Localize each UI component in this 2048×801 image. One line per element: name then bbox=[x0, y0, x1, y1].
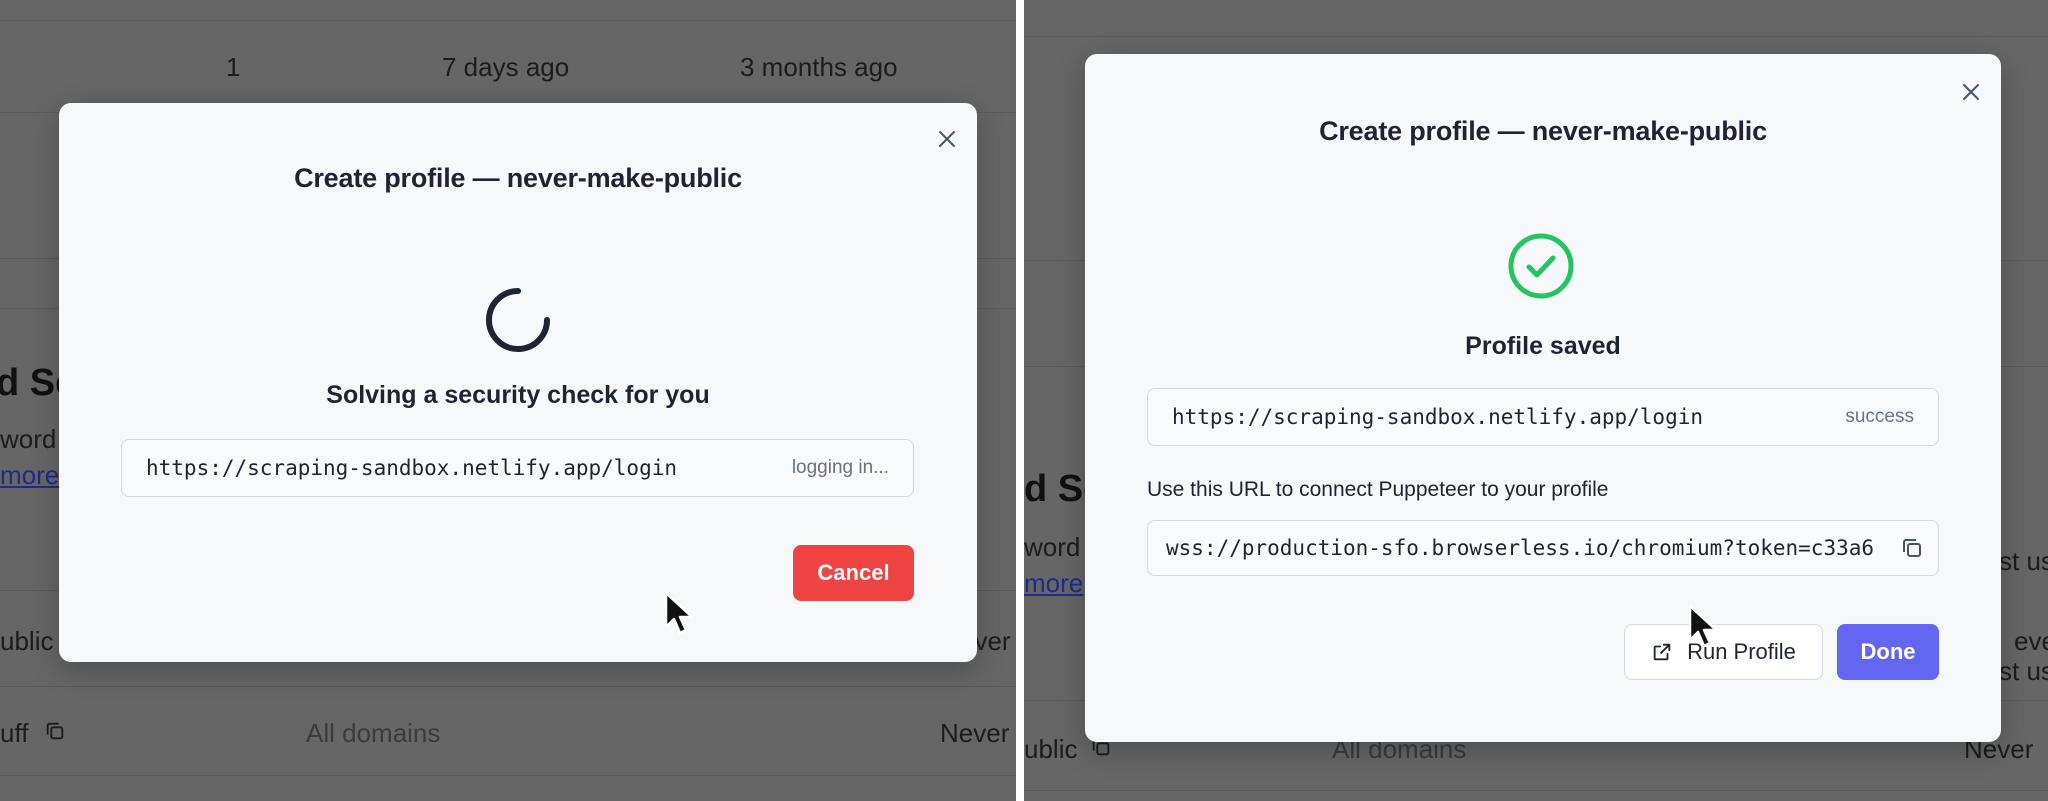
status-heading: Solving a security check for you bbox=[326, 381, 710, 409]
bg-section-desc-right: st us bbox=[1999, 546, 2048, 576]
bg-row2-name: ublic bbox=[0, 626, 54, 656]
url-status: logging in... bbox=[791, 457, 889, 478]
ws-url[interactable]: wss://production-sfo.browserless.io/chro… bbox=[1166, 536, 1874, 560]
run-profile-button[interactable]: Run Profile bbox=[1624, 624, 1823, 680]
close-button[interactable] bbox=[1957, 78, 1985, 106]
right-panel: d Se word st us more ever st us ublic Al… bbox=[1024, 0, 2048, 801]
close-icon[interactable] bbox=[938, 130, 956, 148]
table-divider bbox=[0, 20, 1016, 21]
bg-row3-expiry: Never bbox=[940, 718, 1010, 748]
login-url-status-box: https://scraping-sandbox.netlify.app/log… bbox=[121, 439, 914, 497]
ws-url-field[interactable]: wss://production-sfo.browserless.io/chro… bbox=[1147, 520, 1939, 576]
connect-url-label: Use this URL to connect Puppeteer to you… bbox=[1147, 478, 1609, 501]
mouse-cursor-icon bbox=[1688, 604, 1718, 648]
close-button[interactable] bbox=[933, 125, 961, 153]
bg-row-created: 3 months ago bbox=[740, 52, 898, 82]
bg-row-count: 1 bbox=[226, 52, 241, 82]
modal-title: Create profile — never-make-public bbox=[1319, 116, 1767, 146]
modal-title: Create profile — never-make-public bbox=[294, 163, 742, 193]
url-status: success bbox=[1845, 406, 1914, 427]
login-url-status-box: https://scraping-sandbox.netlify.app/log… bbox=[1147, 388, 1939, 446]
table-divider bbox=[1024, 36, 2048, 37]
bg-section-desc: word bbox=[0, 424, 57, 454]
status-heading: Profile saved bbox=[1465, 332, 1621, 360]
close-icon[interactable] bbox=[1962, 83, 1980, 101]
bg-row3-name: uff bbox=[0, 718, 29, 748]
table-divider bbox=[0, 686, 1016, 687]
spinner-icon bbox=[486, 288, 550, 352]
copy-icon[interactable] bbox=[44, 720, 66, 742]
copy-icon[interactable] bbox=[1900, 536, 1924, 560]
bg-learn-more-link[interactable]: more bbox=[0, 460, 59, 491]
check-circle-icon bbox=[1508, 233, 1574, 299]
copy-ws-url-button[interactable] bbox=[1897, 533, 1927, 563]
bg-row-updated: 7 days ago bbox=[442, 52, 570, 82]
login-url: https://scraping-sandbox.netlify.app/log… bbox=[1172, 405, 1704, 429]
table-divider bbox=[1024, 790, 2048, 791]
login-url: https://scraping-sandbox.netlify.app/log… bbox=[146, 456, 678, 480]
mouse-cursor-icon bbox=[664, 591, 694, 635]
external-link-icon bbox=[1653, 643, 1671, 661]
bg-row2-expiry: ever bbox=[2014, 626, 2048, 656]
create-profile-modal-loading: Create profile — never-make-public Solvi… bbox=[59, 103, 977, 662]
done-button[interactable]: Done bbox=[1837, 624, 1939, 680]
bg-section-desc: word bbox=[1024, 532, 1081, 562]
panel-divider bbox=[1016, 0, 1024, 801]
create-profile-modal-saved: Create profile — never-make-public Profi… bbox=[1085, 54, 2001, 742]
bg-row2-right: st us bbox=[1999, 656, 2048, 686]
bg-row3-domains: All domains bbox=[306, 718, 441, 748]
cancel-button[interactable]: Cancel bbox=[793, 545, 914, 601]
table-divider bbox=[0, 775, 1016, 776]
left-panel: 1 7 days ago 3 months ago d Se word more… bbox=[0, 0, 1016, 801]
bg-row3-name: ublic bbox=[1024, 734, 1078, 764]
bg-learn-more-link[interactable]: more bbox=[1024, 568, 1083, 599]
